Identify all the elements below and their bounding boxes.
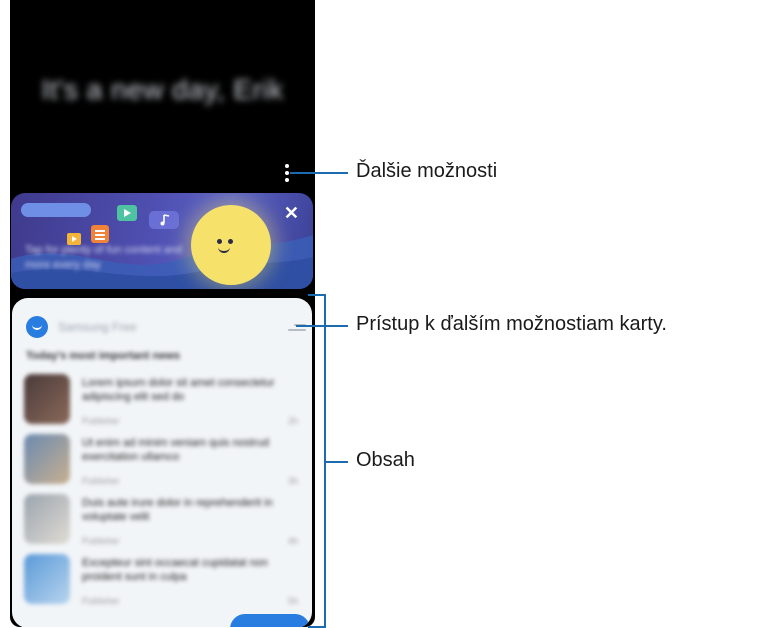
greeting-text: It's a new day, Erik (41, 74, 284, 105)
card-header: Samsung Free (26, 316, 306, 340)
sun-mouth (218, 245, 230, 253)
news-item[interactable]: Ut enim ad minim veniam quis nostrud exe… (24, 434, 304, 492)
news-source: Publisher (82, 536, 120, 546)
smiling-sun-illustration (191, 205, 271, 285)
news-thumbnail (24, 554, 70, 604)
news-thumbnail (24, 374, 70, 424)
news-item[interactable]: Lorem ipsum dolor sit amet consectetur a… (24, 374, 304, 432)
promo-banner[interactable]: Tap for plenty of fun content and more e… (11, 193, 313, 289)
news-item[interactable]: Duis aute irure dolor in reprehenderit i… (24, 494, 304, 552)
news-thumbnail (24, 494, 70, 544)
callout-line-content (324, 461, 348, 463)
label-more-options: Ďalšie možnosti (356, 160, 498, 182)
news-headline: Excepteur sint occaecat cupidatat non pr… (82, 557, 268, 583)
sun-eye (228, 239, 233, 244)
sun-eye (217, 239, 222, 244)
card-title: Samsung Free (58, 320, 137, 334)
music-note-icon (149, 211, 179, 229)
callout-line-more-options (290, 172, 348, 174)
news-time: 2h (287, 416, 298, 426)
card-subtitle: Today's most important news (26, 350, 180, 362)
label-content: Obsah (356, 449, 415, 471)
news-thumbnail (24, 434, 70, 484)
more-options-dot (285, 178, 289, 182)
news-item[interactable]: Excepteur sint occaecat cupidatat non pr… (24, 554, 304, 612)
see-more-button[interactable] (230, 614, 310, 627)
banner-text: Tap for plenty of fun content and more e… (25, 244, 183, 271)
callout-line-card-options (296, 325, 348, 327)
close-icon[interactable]: ✕ (284, 203, 299, 224)
card-logo-icon (26, 316, 48, 338)
phone-screen: It's a new day, Erik Tap for plenty of f… (10, 0, 315, 627)
news-source: Publisher (82, 416, 120, 426)
content-card: Samsung Free Today's most important news… (12, 298, 312, 627)
card-options-handle-icon[interactable] (288, 322, 306, 334)
news-source: Publisher (82, 596, 120, 606)
more-options-dot (285, 164, 289, 168)
news-headline: Duis aute irure dolor in reprehenderit i… (82, 497, 273, 523)
news-time: 5h (287, 596, 298, 606)
more-options-dot (285, 171, 289, 175)
news-headline: Lorem ipsum dolor sit amet consectetur a… (82, 377, 275, 403)
label-card-options: Prístup k ďalším možnostiam karty. (356, 313, 667, 335)
news-source: Publisher (82, 476, 120, 486)
news-time: 4h (287, 536, 298, 546)
news-time: 3h (287, 476, 298, 486)
card-options-line (288, 329, 306, 331)
news-headline: Ut enim ad minim veniam quis nostrud exe… (82, 437, 270, 463)
